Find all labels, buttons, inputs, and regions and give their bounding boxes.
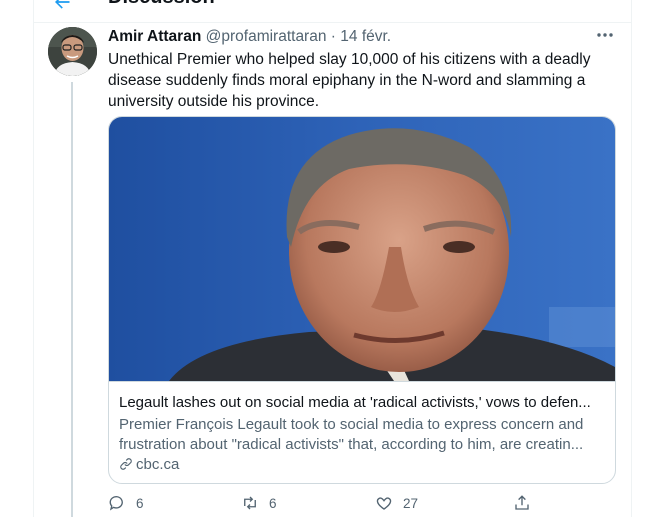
card-domain-text: cbc.ca — [136, 456, 180, 473]
page-title: Discussion — [108, 0, 215, 9]
author-name[interactable]: Amir Attaran — [108, 28, 201, 45]
link-icon — [120, 458, 132, 470]
tweet-header: Amir Attaran @profamirattaran · 14 févr. — [108, 28, 391, 46]
like-icon — [376, 497, 392, 510]
retweet-count: 6 — [269, 495, 277, 511]
thread-line — [71, 82, 73, 517]
share-icon — [515, 495, 529, 510]
tweet-date[interactable]: 14 févr. — [340, 28, 391, 45]
separator-dot: · — [330, 28, 336, 45]
card-image — [109, 117, 615, 382]
like-count: 27 — [403, 495, 419, 511]
avatar-image — [48, 27, 97, 76]
more-icon[interactable] — [596, 30, 614, 40]
back-arrow-icon[interactable] — [52, 0, 72, 12]
page-header: Discussion — [34, 0, 631, 23]
link-card[interactable]: Legault lashes out on social media at 'r… — [108, 116, 616, 484]
card-description: Premier François Legault took to social … — [119, 416, 584, 453]
tweet-actions: 6 6 27 — [108, 494, 614, 514]
column-border-left — [33, 0, 34, 517]
card-domain: cbc.ca — [119, 456, 179, 473]
retweet-icon — [244, 496, 256, 510]
reply-button[interactable]: 6 — [108, 494, 144, 512]
reply-count: 6 — [136, 495, 144, 511]
reply-icon — [109, 496, 123, 511]
card-title: Legault lashes out on social media at 'r… — [119, 394, 591, 411]
share-button[interactable] — [513, 494, 541, 512]
like-button[interactable]: 27 — [375, 494, 418, 512]
retweet-button[interactable]: 6 — [241, 494, 277, 512]
author-handle[interactable]: @profamirattaran — [206, 28, 327, 45]
column-border-right — [631, 0, 632, 517]
tweet-text: Unethical Premier who helped slay 10,000… — [108, 51, 591, 110]
avatar[interactable] — [48, 27, 97, 76]
